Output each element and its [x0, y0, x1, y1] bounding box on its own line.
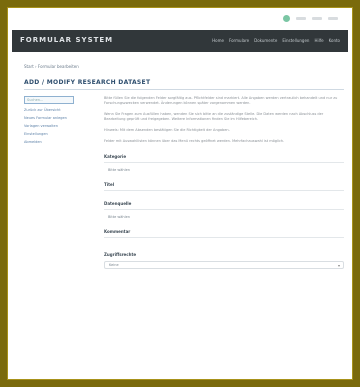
title-divider	[24, 89, 344, 90]
nav-item[interactable]: Einstellungen	[282, 38, 309, 43]
site-header: FORMULAR SYSTEM Home Formulare Dokumente…	[12, 30, 348, 52]
breadcrumb[interactable]: Start › Formular bearbeiten	[24, 64, 352, 69]
access-select-value: Keine	[109, 263, 119, 267]
sidebar-link[interactable]: Neues Formular anlegen	[24, 116, 80, 121]
nav-item[interactable]: Hilfe	[314, 38, 323, 43]
field-label: Zugriffsrechte	[104, 252, 137, 257]
top-bar	[8, 8, 352, 30]
intro-paragraph: Bitte füllen Sie die folgenden Felder so…	[104, 96, 338, 105]
main-content: Bitte füllen Sie die folgenden Felder so…	[80, 96, 352, 269]
field-label: Kategorie	[104, 154, 127, 159]
field-label: Kommentar	[104, 229, 131, 234]
nav-item[interactable]: Dokumente	[254, 38, 277, 43]
sidebar-link[interactable]: Zurück zur Übersicht	[24, 108, 80, 113]
page-title: ADD / MODIFY RESEARCH DATASET	[24, 79, 151, 86]
note-paragraph: Hinweis: Mit dem Absenden bestätigen Sie…	[104, 128, 230, 132]
search-input[interactable]: Suchen...	[24, 96, 74, 104]
sidebar: Suchen... Zurück zur Übersicht Neues For…	[8, 96, 80, 269]
status-icon[interactable]	[283, 15, 290, 22]
settings-icon[interactable]	[312, 17, 322, 20]
title-input[interactable]	[104, 190, 344, 191]
field-label: Datenquelle	[104, 201, 132, 206]
access-select[interactable]: Keine ▾	[104, 261, 344, 269]
nav-item[interactable]: Konto	[329, 38, 340, 43]
nav-item[interactable]: Home	[212, 38, 224, 43]
sidebar-link[interactable]: Einstellungen	[24, 132, 80, 137]
user-icon[interactable]	[328, 17, 338, 20]
hint-paragraph: Felder mit Auswahllisten können über das…	[104, 139, 285, 143]
field-label: Titel	[104, 182, 115, 187]
sidebar-link[interactable]: Vorlagen verwalten	[24, 124, 80, 129]
source-select[interactable]: Bitte wählen	[104, 215, 344, 219]
field-divider	[104, 209, 344, 210]
menu-icon[interactable]	[296, 17, 306, 20]
browser-window: FORMULAR SYSTEM Home Formulare Dokumente…	[8, 8, 352, 379]
top-icons	[283, 15, 338, 22]
field-divider	[104, 162, 344, 163]
sidebar-link[interactable]: Abmelden	[24, 140, 80, 145]
category-select[interactable]: Bitte wählen	[104, 168, 344, 172]
nav-item[interactable]: Formulare	[229, 38, 249, 43]
site-logo[interactable]: FORMULAR SYSTEM	[20, 36, 113, 44]
main-nav: Home Formulare Dokumente Einstellungen H…	[212, 38, 340, 43]
info-paragraph: Wenn Sie Fragen zum Ausfüllen haben, wen…	[104, 112, 324, 121]
chevron-down-icon: ▾	[337, 263, 340, 268]
comment-input[interactable]	[104, 237, 344, 238]
